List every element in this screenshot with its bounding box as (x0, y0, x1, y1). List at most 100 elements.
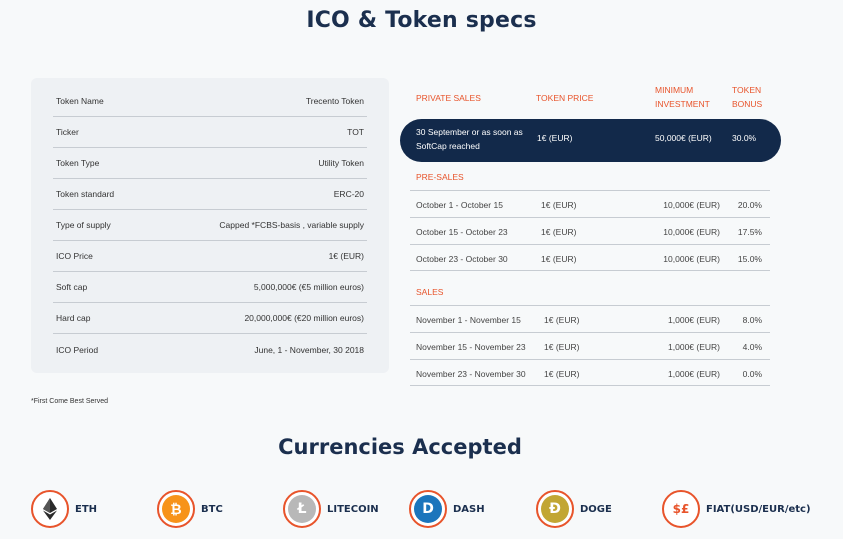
ethereum-icon-ring (31, 490, 69, 528)
min-investment: 1,000€ (EUR) (668, 369, 720, 379)
min-investment: 10,000€ (EUR) (663, 200, 720, 210)
private-sale-row: 30 September or as soon as SoftCap reach… (400, 119, 781, 162)
spec-label: Token Type (56, 158, 100, 168)
page-title: ICO & Token specs (306, 8, 537, 33)
spec-value: Capped *FCBS-basis , variable supply (219, 220, 364, 230)
header-minimum: MINIMUM (655, 85, 694, 95)
bitcoin-icon-ring: ₿ (157, 490, 195, 528)
ethereum-icon (36, 495, 64, 523)
spec-label: ICO Price (56, 251, 93, 261)
price: 1€ (EUR) (541, 227, 577, 237)
bonus: 15.0% (737, 254, 762, 264)
pricing-header: PRIVATE SALES TOKEN PRICE MINIMUM INVEST… (416, 84, 776, 114)
spec-label: Ticker (56, 127, 79, 137)
table-row: October 23 - October 30 1€ (EUR) 10,000€… (410, 244, 770, 271)
period: November 1 - November 15 (416, 315, 521, 325)
ethereum-glyph (43, 498, 57, 520)
period: October 15 - October 23 (416, 227, 508, 237)
period: November 15 - November 23 (416, 342, 526, 352)
dogecoin-icon-ring: Ð (536, 490, 574, 528)
currency-fiat: $£ FIAT(USD/EUR/etc) (662, 490, 811, 528)
footnote: *First Come Best Served (31, 398, 109, 405)
min-investment: 10,000€ (EUR) (663, 227, 720, 237)
litecoin-icon: Ł (288, 495, 316, 523)
min-investment: 1,000€ (EUR) (668, 342, 720, 352)
spec-value: Utility Token (318, 158, 364, 168)
price: 1€ (EUR) (541, 254, 577, 264)
spec-value: TOT (347, 127, 364, 137)
spec-row-hard-cap: Hard cap 20,000,000€ (€20 million euros) (53, 303, 367, 334)
spec-value: ERC-20 (333, 189, 364, 199)
sales-label: SALES (416, 287, 444, 297)
spec-value: 5,000,000€ (€5 million euros) (253, 282, 364, 292)
currencies-title: Currencies Accepted (278, 435, 522, 459)
private-min-investment: 50,000€ (EUR) (655, 133, 712, 143)
period: October 23 - October 30 (416, 254, 508, 264)
spec-label: ICO Period (56, 344, 99, 355)
bonus: 20.0% (737, 200, 762, 210)
table-row: November 1 - November 15 1€ (EUR) 1,000€… (410, 305, 770, 332)
spec-row-ico-period: ICO Period June, 1 - November, 30 2018 (53, 334, 367, 365)
fiat-currency-icon: $£ (667, 495, 695, 523)
table-row: November 23 - November 30 1€ (EUR) 1,000… (410, 359, 770, 386)
header-token-price: TOKEN PRICE (536, 93, 594, 103)
spec-label: Soft cap (56, 282, 88, 292)
spec-label: Hard cap (56, 313, 91, 323)
spec-row-ico-price: ICO Price 1€ (EUR) (53, 241, 367, 272)
private-period-line1: 30 September or as soon as (416, 127, 523, 137)
spec-label: Token standard (56, 189, 115, 199)
currency-litecoin: Ł LITECOIN (283, 490, 379, 528)
pre-sales-table: October 1 - October 15 1€ (EUR) 10,000€ … (410, 190, 770, 271)
price: 1€ (EUR) (541, 200, 577, 210)
pre-sales-label: PRE-SALES (416, 172, 464, 182)
price: 1€ (EUR) (544, 315, 580, 325)
currency-label: DOGE (580, 503, 612, 515)
min-investment: 10,000€ (EUR) (663, 254, 720, 264)
dogecoin-icon: Ð (541, 495, 569, 523)
private-period-line2: SoftCap reached (416, 141, 480, 151)
currency-label: FIAT(USD/EUR/etc) (706, 503, 811, 515)
bonus: 8.0% (742, 315, 762, 325)
header-private-sales: PRIVATE SALES (416, 93, 481, 103)
spec-row-token-name: Token Name Trecento Token (53, 86, 367, 117)
currency-label: ETH (75, 503, 98, 515)
token-specs-card: Token Name Trecento Token Ticker TOT Tok… (31, 78, 389, 373)
bonus: 0.0% (742, 369, 762, 379)
bitcoin-icon: ₿ (162, 495, 190, 523)
spec-row-type-of-supply: Type of supply Capped *FCBS-basis , vari… (53, 210, 367, 241)
spec-row-token-type: Token Type Utility Token (53, 148, 367, 179)
currency-dash: D DASH (409, 490, 485, 528)
litecoin-icon-ring: Ł (283, 490, 321, 528)
bonus: 4.0% (742, 342, 762, 352)
price: 1€ (EUR) (544, 369, 580, 379)
currency-label: LITECOIN (327, 503, 379, 515)
spec-row-token-standard: Token standard ERC-20 (53, 179, 367, 210)
currency-btc: ₿ BTC (157, 490, 223, 528)
private-bonus: 30.0% (732, 133, 757, 143)
private-price: 1€ (EUR) (537, 133, 573, 143)
period: October 1 - October 15 (416, 200, 503, 210)
currency-eth: ETH (31, 490, 97, 528)
table-row: November 15 - November 23 1€ (EUR) 1,000… (410, 332, 770, 359)
header-bonus: BONUS (732, 99, 763, 109)
spec-row-soft-cap: Soft cap 5,000,000€ (€5 million euros) (53, 272, 367, 303)
spec-label: Type of supply (56, 220, 111, 230)
fiat-currency-icon-ring: $£ (662, 490, 700, 528)
currency-label: BTC (201, 503, 223, 515)
period: November 23 - November 30 (416, 369, 526, 379)
spec-value: June, 1 - November, 30 2018 (254, 344, 364, 355)
table-row: October 1 - October 15 1€ (EUR) 10,000€ … (410, 190, 770, 217)
spec-value: Trecento Token (305, 96, 364, 106)
dash-icon-ring: D (409, 490, 447, 528)
spec-value: 20,000,000€ (€20 million euros) (244, 313, 364, 323)
currency-label: DASH (453, 503, 485, 515)
spec-value: 1€ (EUR) (328, 251, 364, 261)
table-row: October 15 - October 23 1€ (EUR) 10,000€… (410, 217, 770, 244)
currency-doge: Ð DOGE (536, 490, 612, 528)
spec-label: Token Name (56, 96, 104, 106)
min-investment: 1,000€ (EUR) (668, 315, 720, 325)
sales-table: November 1 - November 15 1€ (EUR) 1,000€… (410, 305, 770, 386)
header-token: TOKEN (732, 85, 762, 95)
dash-icon: D (414, 495, 442, 523)
header-investment: INVESTMENT (655, 99, 710, 109)
